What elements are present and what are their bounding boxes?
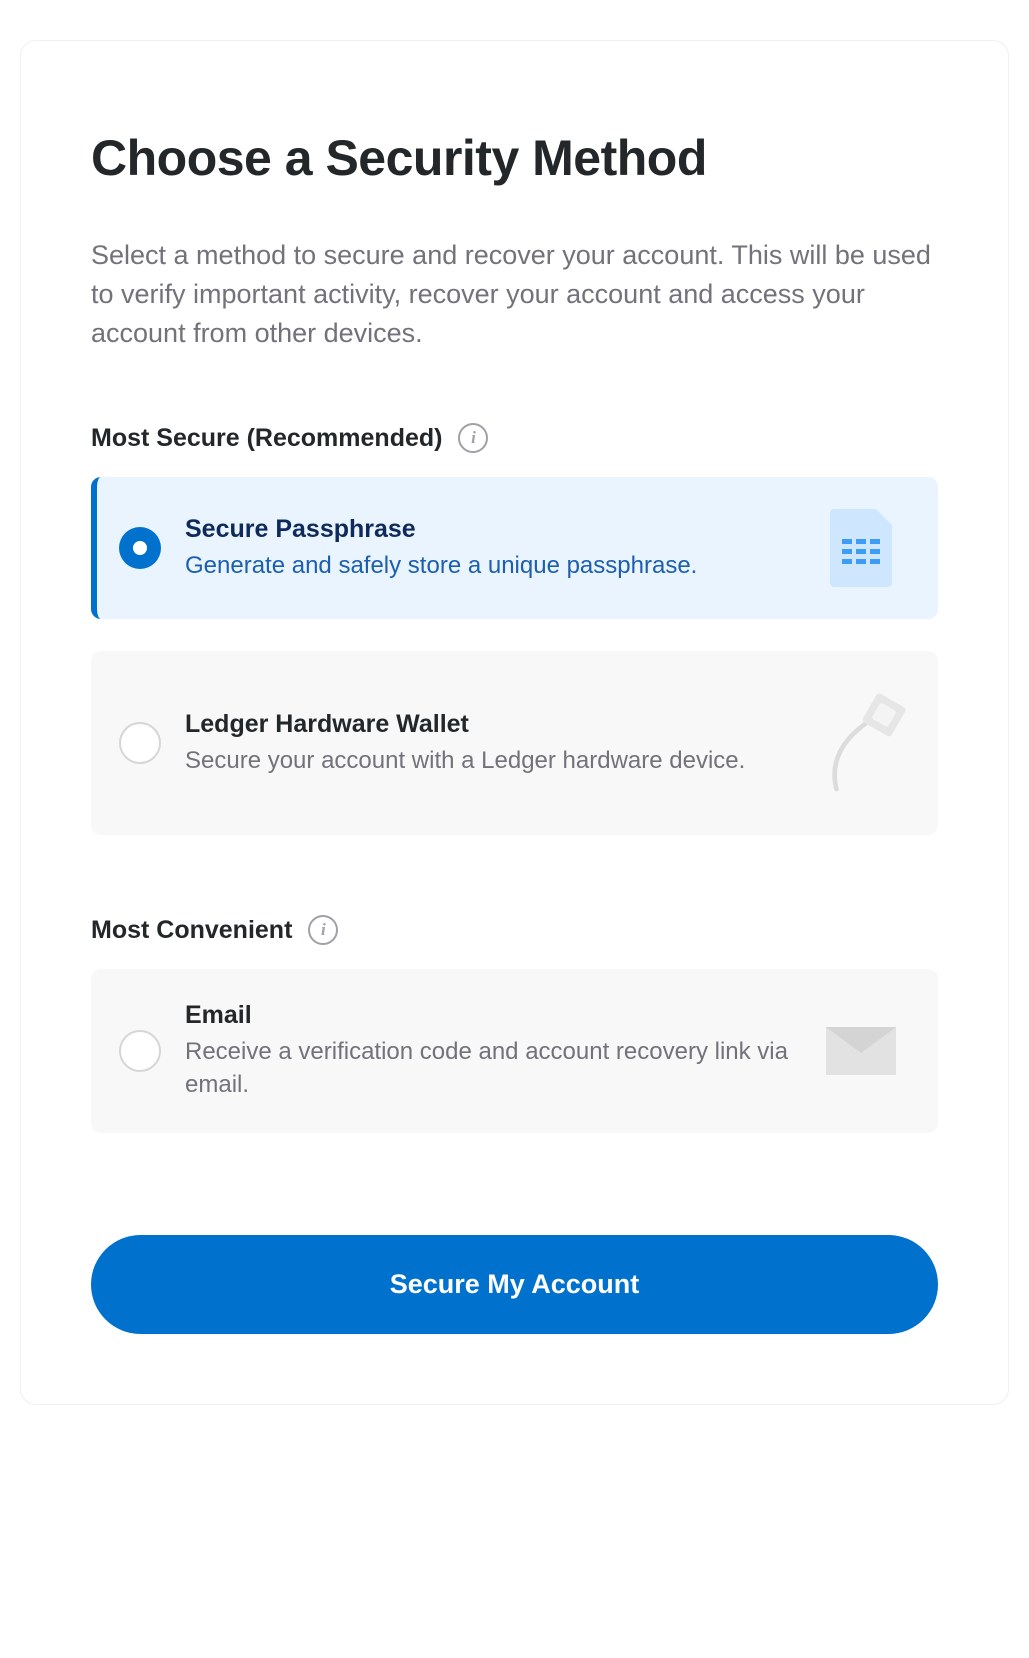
option-email-text: Email Receive a verification code and ac… <box>185 1001 792 1101</box>
section-label-convenient: Most Convenient i <box>91 915 938 945</box>
option-passphrase[interactable]: Secure Passphrase Generate and safely st… <box>91 477 938 619</box>
secure-my-account-button[interactable]: Secure My Account <box>91 1235 938 1334</box>
page-description: Select a method to secure and recover yo… <box>91 236 938 353</box>
info-icon[interactable]: i <box>458 423 488 453</box>
section-label-convenient-text: Most Convenient <box>91 916 292 945</box>
option-ledger-desc: Secure your account with a Ledger hardwa… <box>185 745 794 777</box>
info-icon[interactable]: i <box>308 915 338 945</box>
passphrase-sheet-icon <box>816 509 906 587</box>
security-method-card: Choose a Security Method Select a method… <box>20 40 1009 1405</box>
option-ledger-text: Ledger Hardware Wallet Secure your accou… <box>185 710 794 777</box>
radio-email[interactable] <box>119 1030 161 1072</box>
option-ledger[interactable]: Ledger Hardware Wallet Secure your accou… <box>91 651 938 835</box>
option-passphrase-desc: Generate and safely store a unique passp… <box>185 550 792 582</box>
section-label-secure-text: Most Secure (Recommended) <box>91 424 442 453</box>
page-title: Choose a Security Method <box>91 131 938 186</box>
email-envelope-icon <box>816 1027 906 1075</box>
ledger-device-icon <box>818 683 938 803</box>
radio-ledger[interactable] <box>119 722 161 764</box>
option-email-title: Email <box>185 1001 792 1030</box>
option-passphrase-text: Secure Passphrase Generate and safely st… <box>185 515 792 582</box>
section-label-secure: Most Secure (Recommended) i <box>91 423 938 453</box>
option-ledger-title: Ledger Hardware Wallet <box>185 710 794 739</box>
radio-passphrase[interactable] <box>119 527 161 569</box>
option-email[interactable]: Email Receive a verification code and ac… <box>91 969 938 1133</box>
option-email-desc: Receive a verification code and account … <box>185 1036 792 1101</box>
option-passphrase-title: Secure Passphrase <box>185 515 792 544</box>
